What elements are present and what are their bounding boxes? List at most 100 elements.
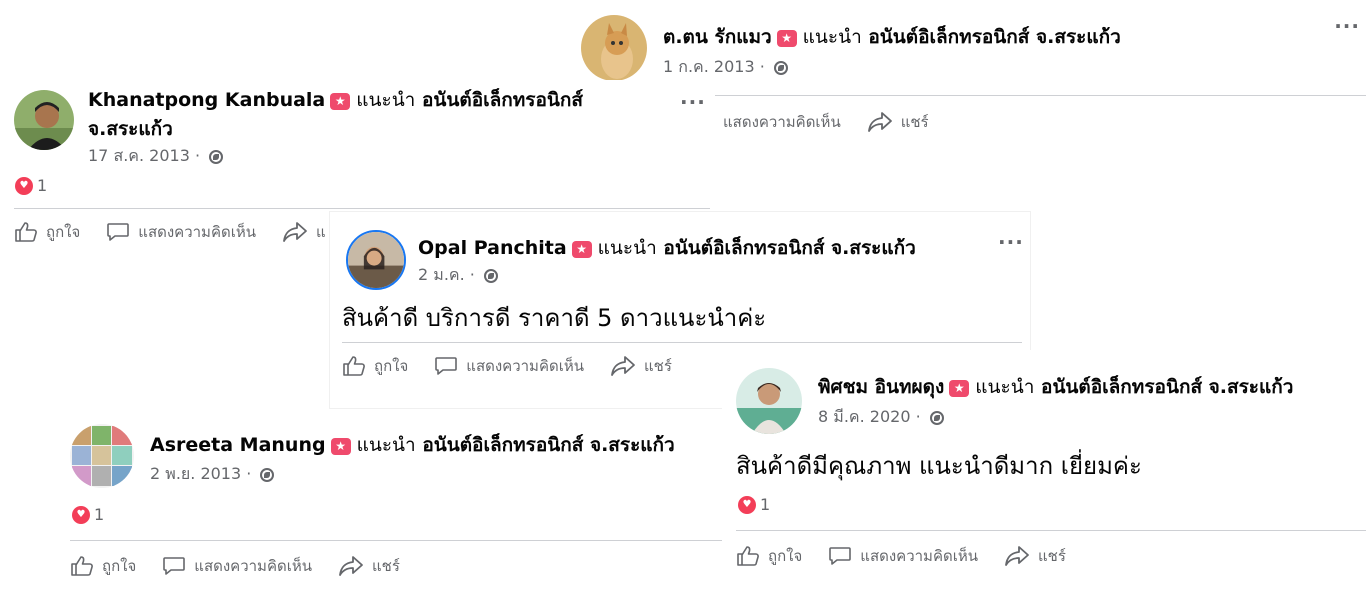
like-button[interactable]: ถูกใจ xyxy=(14,220,80,244)
comment-button[interactable]: แสดงความคิดเห็น xyxy=(434,354,584,378)
post-meta: 17 ส.ค. 2013 · xyxy=(88,144,224,169)
more-icon[interactable]: ··· xyxy=(1334,14,1360,38)
comment-label: แสดงความคิดเห็น xyxy=(194,557,312,575)
share-icon xyxy=(339,556,363,576)
share-button[interactable]: แชร์ xyxy=(867,110,929,134)
post-header: ต.ตน รักแมว ★ แนะนำ อนันต์อิเล็กทรอนิกส์ จ… xyxy=(663,24,1121,51)
share-label: แชร์ xyxy=(371,557,400,575)
share-button[interactable]: แชร์ xyxy=(338,554,400,578)
action-bar: ถูกใจ แสดงความคิดเห็น แชร์ xyxy=(70,554,426,578)
post-card-pitchom: พิศชม อินทผดุง ★ แนะนำ อนันต์อิเล็กทรอนิกส… xyxy=(722,350,1366,605)
globe-icon xyxy=(260,468,275,482)
recommend-star-icon: ★ xyxy=(330,93,351,110)
page-name[interactable]: อนันต์อิเล็กทรอนิกส์ จ.สระแก้ว xyxy=(868,26,1120,48)
author-name[interactable]: Opal Panchita xyxy=(418,237,567,259)
badge-text: แนะนำ xyxy=(356,434,416,456)
post-date[interactable]: 8 มี.ค. 2020 xyxy=(818,407,911,426)
post-header: Asreeta Manung ★ แนะนำ อนันต์อิเล็กทรอนิกส… xyxy=(150,432,675,459)
comment-button[interactable]: แสดงความคิดเห็น xyxy=(828,544,978,568)
reaction-summary[interactable]: ♥ 1 xyxy=(738,495,770,514)
author-name[interactable]: Khanatpong Kanbuala xyxy=(88,89,325,111)
comment-label: แสดงความคิดเห็น xyxy=(723,113,841,131)
page-name-cont[interactable]: จ.สระแก้ว xyxy=(88,118,173,140)
globe-icon xyxy=(483,269,498,283)
comment-icon xyxy=(829,547,852,565)
globe-icon xyxy=(209,150,224,164)
comment-label: แสดงความคิดเห็น xyxy=(466,357,584,375)
share-icon xyxy=(611,356,635,376)
comment-button[interactable]: แสดงความคิดเห็น xyxy=(723,110,841,134)
post-date[interactable]: 17 ส.ค. 2013 xyxy=(88,146,190,165)
page-name[interactable]: อนันต์อิเล็กทรอนิกส์ xyxy=(422,89,583,111)
action-bar: ถูกใจ แสดงความคิดเห็น แ xyxy=(14,220,352,244)
divider xyxy=(342,342,1022,343)
reaction-count: 1 xyxy=(94,505,105,524)
reaction-count: 1 xyxy=(760,495,771,514)
thumbs-up-icon xyxy=(737,546,759,566)
heart-icon: ♥ xyxy=(15,176,33,195)
collage-photo-icon xyxy=(70,424,134,488)
like-label: ถูกใจ xyxy=(46,223,81,241)
post-meta: 1 ก.ค. 2013 · xyxy=(663,55,788,80)
avatar[interactable] xyxy=(14,90,74,150)
avatar[interactable] xyxy=(736,368,802,434)
page-name[interactable]: อนันต์อิเล็กทรอนิกส์ จ.สระแก้ว xyxy=(663,237,915,259)
recommend-star-icon: ★ xyxy=(776,30,797,47)
badge-text: แนะนำ xyxy=(597,237,657,259)
author-name[interactable]: Asreeta Manung xyxy=(150,434,326,456)
comment-label: แสดงความคิดเห็น xyxy=(138,223,256,241)
like-button[interactable]: ถูกใจ xyxy=(342,354,408,378)
comment-icon xyxy=(435,357,458,375)
action-bar: แสดงความคิดเห็น แชร์ xyxy=(723,110,955,134)
post-card-asreeta: Asreeta Manung ★ แนะนำ อนันต์อิเล็กทรอนิกส… xyxy=(58,410,722,605)
reaction-summary[interactable]: ♥ 1 xyxy=(72,505,104,524)
share-button[interactable]: แ xyxy=(282,220,326,244)
post-meta: 2 ม.ค. · xyxy=(418,263,498,288)
share-label: แชร์ xyxy=(643,357,672,375)
comment-button[interactable]: แสดงความคิดเห็น xyxy=(162,554,312,578)
share-button[interactable]: แชร์ xyxy=(1004,544,1066,568)
badge-text: แนะนำ xyxy=(356,89,416,111)
divider xyxy=(14,208,710,209)
author-name[interactable]: พิศชม อินทผดุง xyxy=(818,376,944,398)
page-name[interactable]: อนันต์อิเล็กทรอนิกส์ จ.สระแก้ว xyxy=(422,434,674,456)
comment-label: แสดงความคิดเห็น xyxy=(860,547,978,565)
post-meta: 8 มี.ค. 2020 · xyxy=(818,405,944,430)
recommend-star-icon: ★ xyxy=(571,241,592,258)
like-button[interactable]: ถูกใจ xyxy=(736,544,802,568)
heart-icon: ♥ xyxy=(72,505,90,524)
share-button[interactable]: แชร์ xyxy=(610,354,672,378)
post-date[interactable]: 1 ก.ค. 2013 xyxy=(663,57,755,76)
divider xyxy=(736,530,1366,531)
comment-button[interactable]: แสดงความคิดเห็น xyxy=(106,220,256,244)
divider xyxy=(70,540,722,541)
separator: · xyxy=(759,57,765,76)
like-label: ถูกใจ xyxy=(374,357,409,375)
thumbs-up-icon xyxy=(15,222,37,242)
share-label: แชร์ xyxy=(900,113,929,131)
share-icon xyxy=(867,112,892,132)
like-button[interactable]: ถูกใจ xyxy=(70,554,136,578)
post-text: สินค้าดีมีคุณภาพ แนะนำดีมาก เยี่ยมค่ะ xyxy=(736,452,1142,480)
reaction-summary[interactable]: ♥ 1 xyxy=(15,176,47,195)
post-header: พิศชม อินทผดุง ★ แนะนำ อนันต์อิเล็กทรอนิกส… xyxy=(818,374,1293,401)
separator: · xyxy=(194,146,201,165)
page-name-line2: จ.สระแก้ว xyxy=(88,116,173,143)
recommend-star-icon: ★ xyxy=(330,438,351,455)
avatar[interactable] xyxy=(581,15,647,81)
post-date[interactable]: 2 ม.ค. xyxy=(418,265,465,284)
page-name[interactable]: อนันต์อิเล็กทรอนิกส์ จ.สระแก้ว xyxy=(1041,376,1293,398)
recommend-star-icon: ★ xyxy=(949,380,970,397)
more-icon[interactable]: ··· xyxy=(680,90,706,114)
thumbs-up-icon xyxy=(71,556,93,576)
more-icon[interactable]: ··· xyxy=(998,230,1024,254)
avatar[interactable] xyxy=(346,230,406,290)
share-icon xyxy=(283,222,307,242)
cat-photo-icon xyxy=(581,15,647,81)
globe-icon xyxy=(929,411,944,425)
reaction-count: 1 xyxy=(37,176,48,195)
post-date[interactable]: 2 พ.ย. 2013 xyxy=(150,464,241,483)
avatar[interactable] xyxy=(70,424,134,488)
post-text: สินค้าดี บริการดี ราคาดี 5 ดาวแนะนำค่ะ xyxy=(342,304,767,332)
author-name[interactable]: ต.ตน รักแมว xyxy=(663,26,772,48)
